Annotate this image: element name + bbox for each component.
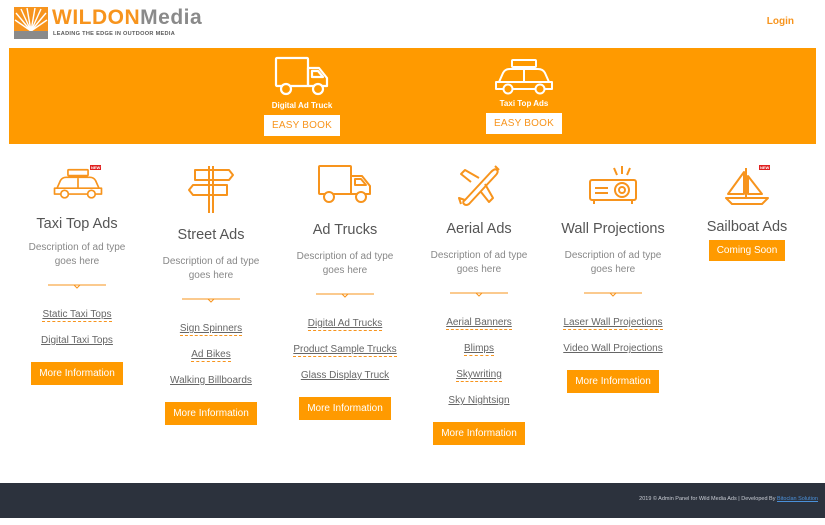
more-information-button[interactable]: More Information <box>567 370 659 393</box>
column-title: Ad Trucks <box>312 222 378 238</box>
footer: 2019 © Admin Panel for Wild Media Ads | … <box>0 483 825 518</box>
column-title: Wall Projections <box>561 221 665 237</box>
logo-word-wild: WILD <box>52 6 108 29</box>
divider <box>182 298 240 303</box>
sunburst-logo-icon <box>14 7 48 39</box>
link-sky-nightsign[interactable]: Sky Nightsign <box>412 388 546 414</box>
more-information-button[interactable]: More Information <box>299 397 391 420</box>
logo-word-media: Media <box>140 6 203 29</box>
column-icon <box>546 160 680 210</box>
column-description: Description of ad type goes here <box>564 250 662 275</box>
easy-book-button[interactable]: EASY BOOK <box>486 113 562 134</box>
column-sailboat-ads: NEW Sailboat Ads Coming Soon <box>680 160 814 261</box>
column-icon <box>278 160 412 210</box>
divider <box>316 293 374 298</box>
column-title: Sailboat Ads <box>706 219 788 235</box>
link-product-sample-trucks[interactable]: Product Sample Trucks <box>278 337 412 363</box>
logo-tagline: LEADING THE EDGE IN OUTDOOR MEDIA <box>53 31 176 37</box>
column-description: Description of ad type goes here <box>296 251 394 276</box>
column-taxi-top-ads: NEW Taxi Top Ads Description of ad type … <box>10 160 144 385</box>
sailboat-icon <box>725 168 769 205</box>
column-title: Street Ads <box>177 227 245 243</box>
column-title: Taxi Top Ads <box>36 216 118 232</box>
column-title: Aerial Ads <box>446 221 512 237</box>
new-badge: NEW <box>759 165 771 170</box>
link-sign-spinners[interactable]: Sign Spinners <box>144 316 278 342</box>
logo-wordmark: WILDONMedia <box>52 6 202 30</box>
link-glass-display-truck[interactable]: Glass Display Truck <box>278 363 412 389</box>
divider <box>48 284 106 289</box>
divider <box>584 292 642 297</box>
banner-item-label: Taxi Top Ads <box>499 99 549 108</box>
column-icon: NEW <box>680 160 814 208</box>
column-description: Description of ad type goes here <box>162 256 260 281</box>
truck-icon <box>274 56 329 96</box>
banner-item-label: Digital Ad Truck <box>271 101 333 110</box>
logo[interactable]: WILDONMedia LEADING THE EDGE IN OUTDOOR … <box>14 6 202 41</box>
column-street-ads: Street Ads Description of ad type goes h… <box>144 160 278 425</box>
column-icon: NEW <box>10 160 144 212</box>
coming-soon-button[interactable]: Coming Soon <box>708 240 786 261</box>
projector-icon <box>589 166 637 204</box>
divider <box>450 292 508 297</box>
link-static-taxi-tops[interactable]: Static Taxi Tops <box>10 302 144 328</box>
footer-copyright: 2019 © Admin Panel for Wild Media Ads | … <box>639 496 778 502</box>
column-aerial-ads: Aerial Ads Description of ad type goes h… <box>412 160 546 445</box>
column-description: Description of ad type goes here <box>430 250 528 275</box>
column-icon <box>144 160 278 216</box>
taxi-icon <box>495 59 553 95</box>
logo-word-on: ON <box>107 6 141 29</box>
banner-item-taxi-top-ads: Taxi Top Ads EASY BOOK <box>464 58 584 134</box>
link-skywriting[interactable]: Skywriting <box>412 362 546 388</box>
link-blimps[interactable]: Blimps <box>412 336 546 362</box>
banner-item-digital-ad-truck: Digital Ad Truck EASY BOOK <box>242 54 362 136</box>
header: WILDONMedia LEADING THE EDGE IN OUTDOOR … <box>0 0 825 48</box>
column-description: Description of ad type goes here <box>28 242 126 267</box>
more-information-button[interactable]: More Information <box>433 422 525 445</box>
column-icon <box>412 160 546 210</box>
column-wall-projections: Wall Projections Description of ad type … <box>546 160 680 393</box>
column-ad-trucks: Ad Trucks Description of ad type goes he… <box>278 160 412 420</box>
link-digital-ad-trucks[interactable]: Digital Ad Trucks <box>278 311 412 337</box>
link-laser-wall-projections[interactable]: Laser Wall Projections <box>546 310 680 336</box>
login-link[interactable]: Login <box>767 16 794 27</box>
signpost-icon <box>188 166 234 213</box>
more-information-button[interactable]: More Information <box>31 362 123 385</box>
developer-link[interactable]: Bitoclan Solution <box>777 496 818 502</box>
hero-banner: Digital Ad Truck EASY BOOK Taxi Top Ads … <box>9 48 816 144</box>
link-digital-taxi-tops[interactable]: Digital Taxi Tops <box>10 328 144 354</box>
link-aerial-banners[interactable]: Aerial Banners <box>412 310 546 336</box>
truck-icon <box>318 165 371 203</box>
airplane-icon <box>458 165 500 206</box>
link-walking-billboards[interactable]: Walking Billboards <box>144 368 278 394</box>
footer-text: 2019 © Admin Panel for Wild Media Ads | … <box>639 496 818 502</box>
easy-book-button[interactable]: EASY BOOK <box>264 115 340 136</box>
new-badge: NEW <box>90 165 102 170</box>
taxi-icon <box>53 168 103 199</box>
more-information-button[interactable]: More Information <box>165 402 257 425</box>
link-video-wall-projections[interactable]: Video Wall Projections <box>546 336 680 362</box>
link-ad-bikes[interactable]: Ad Bikes <box>144 342 278 368</box>
